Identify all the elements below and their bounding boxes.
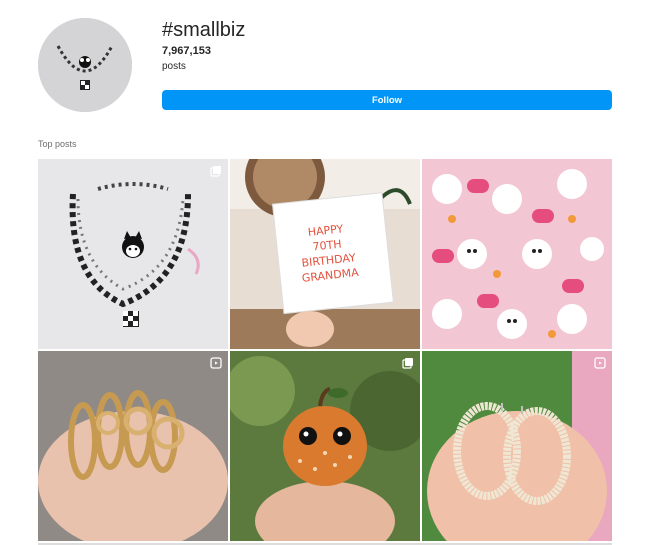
post-tile[interactable] <box>38 351 228 541</box>
follow-button[interactable]: Follow <box>162 90 612 110</box>
post-tile[interactable] <box>230 351 420 541</box>
necklace-image <box>38 159 228 349</box>
gold-rings-image <box>38 351 228 541</box>
hashtag-title: #smallbiz <box>162 19 246 41</box>
reel-icon <box>210 357 222 369</box>
hashtag-avatar <box>38 18 132 112</box>
multiple-icon <box>210 165 222 177</box>
pumpkin-figurine-image <box>230 351 420 541</box>
post-tile[interactable] <box>422 159 612 349</box>
multiple-icon <box>402 357 414 369</box>
section-title: Top posts <box>38 139 77 149</box>
post-tile[interactable] <box>422 351 612 541</box>
birthday-card-image: HAPPY 70TH BIRTHDAY GRANDMA <box>230 159 420 349</box>
hoop-earrings-image <box>422 351 612 541</box>
post-count: 7,967,153 <box>162 45 211 57</box>
clay-earrings-image <box>422 159 612 349</box>
post-count-label: posts <box>162 61 186 72</box>
post-tile[interactable] <box>38 159 228 349</box>
reel-icon <box>594 357 606 369</box>
post-tile[interactable]: HAPPY 70TH BIRTHDAY GRANDMA <box>230 159 420 349</box>
